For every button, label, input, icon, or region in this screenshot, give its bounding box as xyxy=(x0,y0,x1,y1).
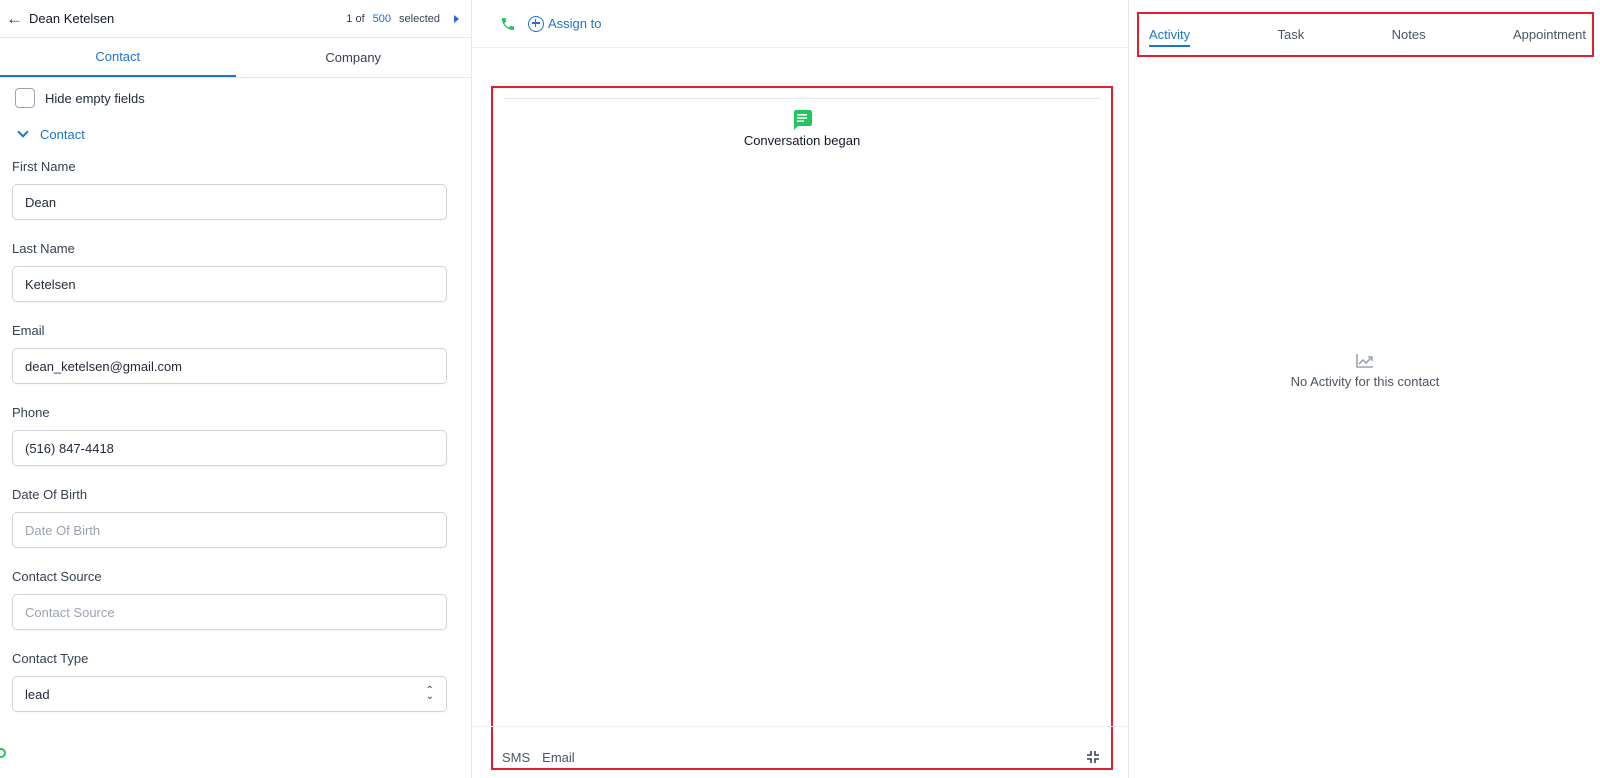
status-dot-icon xyxy=(0,748,6,758)
details-tabs: Contact Company xyxy=(0,38,471,78)
contact-source-field: Contact Source Contact Source xyxy=(12,564,455,630)
hide-empty-fields-toggle[interactable]: Hide empty fields xyxy=(12,78,455,118)
conversation-start-marker: Conversation began xyxy=(493,108,1111,148)
composer-tabs: SMS Email xyxy=(502,750,575,765)
tab-notes[interactable]: Notes xyxy=(1392,14,1426,55)
contact-form: Hide empty fields Contact First Name Dea… xyxy=(0,78,471,712)
first-name-input[interactable]: Dean xyxy=(12,184,447,220)
select-arrows-icon: ⌃ ⌄ xyxy=(425,685,434,702)
assign-to-button[interactable]: Assign to xyxy=(528,15,602,32)
conversation-toolbar: Assign to xyxy=(472,0,1128,48)
section-title: Contact xyxy=(40,126,85,142)
dob-input[interactable]: Date Of Birth xyxy=(12,512,447,548)
contact-name: Dean Ketelsen xyxy=(29,11,115,26)
pager-total[interactable]: 500 xyxy=(373,13,391,25)
tab-contact[interactable]: Contact xyxy=(0,38,236,77)
tab-task[interactable]: Task xyxy=(1278,14,1305,55)
activity-tabs: Activity Task Notes Appointment xyxy=(1137,12,1594,57)
trend-chart-icon xyxy=(1356,354,1373,368)
contact-type-label: Contact Type xyxy=(12,651,89,666)
hide-empty-label: Hide empty fields xyxy=(45,90,145,106)
contact-source-input[interactable]: Contact Source xyxy=(12,594,447,630)
tab-company[interactable]: Company xyxy=(236,38,472,77)
email-input[interactable]: dean_ketelsen@gmail.com xyxy=(12,348,447,384)
record-pager: 1 of 500 selected xyxy=(346,13,459,25)
activity-empty-state: No Activity for this contact xyxy=(1130,352,1600,389)
tab-appointment[interactable]: Appointment xyxy=(1513,14,1586,55)
activity-panel: Activity Task Notes Appointment No Activ… xyxy=(1130,0,1600,778)
contact-details-panel: ← Dean Ketelsen 1 of 500 selected Contac… xyxy=(0,0,472,778)
first-name-field: First Name Dean xyxy=(12,154,455,220)
conversation-panel: Assign to Conversation began SMS Email xyxy=(472,0,1129,778)
contact-type-select[interactable]: lead ⌃ ⌄ xyxy=(12,676,447,712)
contact-type-value: lead xyxy=(25,686,50,702)
last-name-field: Last Name Ketelsen xyxy=(12,236,455,302)
pager-prefix: 1 of xyxy=(346,12,365,25)
add-circle-icon xyxy=(528,15,544,32)
contact-source-label: Contact Source xyxy=(12,569,102,584)
tab-email[interactable]: Email xyxy=(542,750,575,765)
hide-empty-checkbox[interactable] xyxy=(15,88,35,108)
chevron-down-icon xyxy=(17,126,29,138)
conversation-thread: Conversation began xyxy=(491,86,1113,770)
phone-input[interactable]: (516) 847-4418 xyxy=(12,430,447,466)
contact-type-field: Contact Type lead ⌃ ⌄ xyxy=(12,646,455,712)
first-name-label: First Name xyxy=(12,159,76,174)
conversation-began-text: Conversation began xyxy=(743,133,861,148)
back-arrow-icon[interactable]: ← xyxy=(6,10,23,27)
last-name-input[interactable]: Ketelsen xyxy=(12,266,447,302)
pager-suffix: selected xyxy=(399,12,440,25)
tab-sms[interactable]: SMS xyxy=(502,750,530,765)
contact-header: ← Dean Ketelsen 1 of 500 selected xyxy=(0,0,471,38)
email-field: Email dean_ketelsen@gmail.com xyxy=(12,318,455,384)
contact-section-toggle[interactable]: Contact xyxy=(12,118,455,150)
phone-label: Phone xyxy=(12,405,50,420)
assign-to-label: Assign to xyxy=(548,16,602,31)
collapse-icon[interactable] xyxy=(1085,749,1101,765)
phone-field: Phone (516) 847-4418 xyxy=(12,400,455,466)
empty-activity-text: No Activity for this contact xyxy=(1290,374,1440,389)
next-record-icon[interactable] xyxy=(454,14,459,23)
dob-label: Date Of Birth xyxy=(12,487,88,502)
last-name-label: Last Name xyxy=(12,241,75,256)
email-label: Email xyxy=(12,323,45,338)
tab-activity[interactable]: Activity xyxy=(1149,14,1191,55)
phone-icon[interactable] xyxy=(500,16,516,32)
dob-field: Date Of Birth Date Of Birth xyxy=(12,482,455,548)
composer-divider xyxy=(472,726,1128,727)
thread-divider xyxy=(503,98,1101,99)
chat-bubble-icon xyxy=(794,110,812,130)
